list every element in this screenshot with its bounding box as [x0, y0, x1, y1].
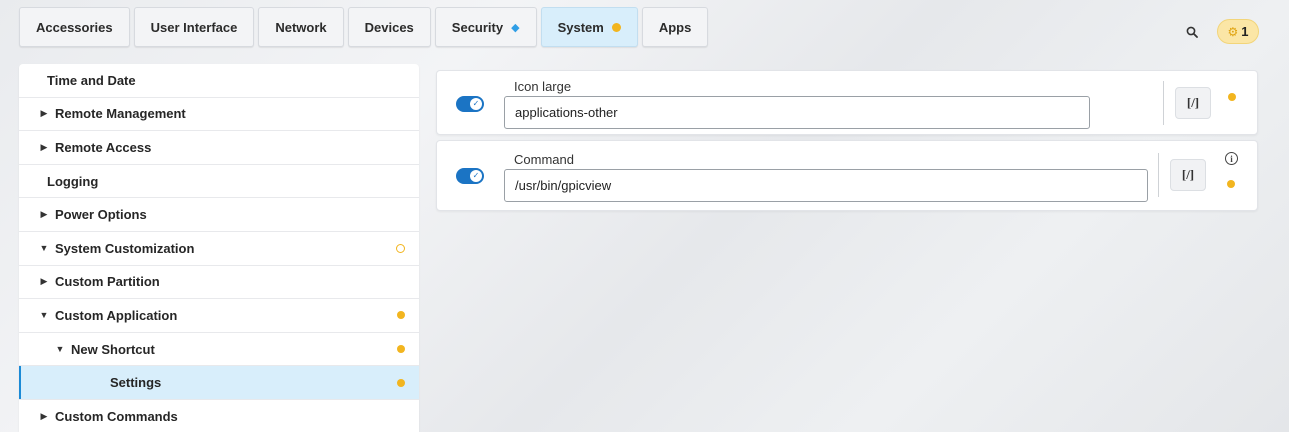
- sidebar-item-label: Logging: [47, 173, 99, 189]
- caret-right-icon: ▶: [40, 410, 48, 421]
- caret-right-icon: ▶: [40, 209, 48, 220]
- icon-large-label: Icon large: [514, 79, 572, 94]
- check-icon: ✓: [470, 98, 482, 110]
- sidebar-item-custom-partition[interactable]: ▶ Custom Partition: [19, 266, 419, 300]
- sidebar-item-label: Settings: [110, 375, 162, 391]
- gear-icon: ⚙: [1227, 24, 1239, 39]
- caret-down-icon: ▼: [55, 344, 65, 355]
- modified-dot-icon: [397, 378, 405, 387]
- sidebar-item-label: Custom Commands: [55, 408, 178, 424]
- tab-devices[interactable]: Devices: [347, 7, 431, 47]
- tab-accessories[interactable]: Accessories: [19, 7, 130, 47]
- top-bar: Accessories User Interface Network Devic…: [0, 0, 1289, 56]
- tab-system[interactable]: System: [540, 7, 638, 47]
- sidebar-item-label: Time and Date: [47, 72, 136, 88]
- divider: [1163, 81, 1164, 125]
- command-input[interactable]: [504, 169, 1148, 202]
- category-tabs: Accessories User Interface Network Devic…: [19, 7, 712, 47]
- icon-large-toggle[interactable]: ✓: [456, 96, 484, 112]
- sidebar-item-new-shortcut[interactable]: ▼ New Shortcut: [19, 333, 419, 367]
- divider: [1158, 153, 1159, 197]
- sidebar-item-logging[interactable]: Logging: [19, 165, 419, 199]
- sidebar-item-label: Custom Application: [55, 307, 178, 323]
- changes-badge[interactable]: ⚙ 1: [1217, 19, 1259, 44]
- tab-security[interactable]: Security ◆: [434, 7, 537, 47]
- sidebar-item-custom-application[interactable]: ▼ Custom Application: [19, 299, 419, 333]
- modified-dot-icon: [1228, 93, 1236, 101]
- diamond-icon: ◆: [511, 21, 520, 34]
- sidebar-item-remote-access[interactable]: ▶ Remote Access: [19, 131, 419, 165]
- search-icon: [1186, 26, 1198, 38]
- caret-down-icon: ▼: [39, 310, 49, 321]
- tab-label: User Interface: [150, 19, 238, 35]
- tab-label: Security: [451, 19, 504, 35]
- script-button[interactable]: [/]: [1175, 87, 1211, 119]
- sidebar-item-custom-commands[interactable]: ▶ Custom Commands: [19, 400, 419, 432]
- setting-command: ✓ Command [/] i: [436, 140, 1258, 211]
- caret-right-icon: ▶: [40, 276, 48, 287]
- modified-dot-icon: [1227, 180, 1235, 188]
- sidebar-item-remote-management[interactable]: ▶ Remote Management: [19, 98, 419, 132]
- tab-label: Accessories: [36, 19, 113, 35]
- search-button[interactable]: [1182, 22, 1202, 42]
- caret-down-icon: ▼: [39, 243, 49, 254]
- caret-right-icon: ▶: [40, 108, 48, 119]
- tab-label: Apps: [658, 19, 692, 35]
- command-label: Command: [514, 152, 574, 167]
- caret-right-icon: ▶: [40, 141, 48, 152]
- badge-count: 1: [1241, 24, 1249, 39]
- tab-user-interface[interactable]: User Interface: [133, 7, 255, 47]
- info-icon[interactable]: i: [1225, 152, 1238, 165]
- sidebar-item-label: New Shortcut: [71, 341, 155, 357]
- sidebar-item-power-options[interactable]: ▶ Power Options: [19, 198, 419, 232]
- sidebar-item-time-and-date[interactable]: Time and Date: [19, 64, 419, 98]
- tab-apps[interactable]: Apps: [641, 7, 709, 47]
- script-button[interactable]: [/]: [1170, 159, 1206, 191]
- sidebar-item-settings[interactable]: Settings: [19, 366, 419, 400]
- modified-dot-icon: [397, 345, 405, 354]
- setting-icon-large: ✓ Icon large [/]: [436, 70, 1258, 135]
- tab-label: Devices: [364, 19, 414, 35]
- partial-modified-icon: [396, 243, 405, 253]
- settings-sidebar: Time and Date ▶ Remote Management ▶ Remote A…: [19, 64, 419, 432]
- sidebar-item-label: Power Options: [55, 207, 147, 223]
- command-toggle[interactable]: ✓: [456, 168, 484, 184]
- sidebar-item-label: Remote Management: [55, 106, 186, 122]
- tab-label: Network: [275, 19, 327, 35]
- modified-dot-icon: [611, 22, 621, 32]
- modified-dot-icon: [397, 311, 405, 320]
- tab-label: System: [557, 19, 604, 35]
- check-icon: ✓: [470, 170, 482, 182]
- sidebar-item-label: Remote Access: [55, 139, 152, 155]
- sidebar-item-label: Custom Partition: [55, 274, 160, 290]
- sidebar-item-label: System Customization: [55, 240, 195, 256]
- tab-network[interactable]: Network: [258, 7, 344, 47]
- icon-large-input[interactable]: [504, 96, 1090, 129]
- sidebar-item-system-customization[interactable]: ▼ System Customization: [19, 232, 419, 266]
